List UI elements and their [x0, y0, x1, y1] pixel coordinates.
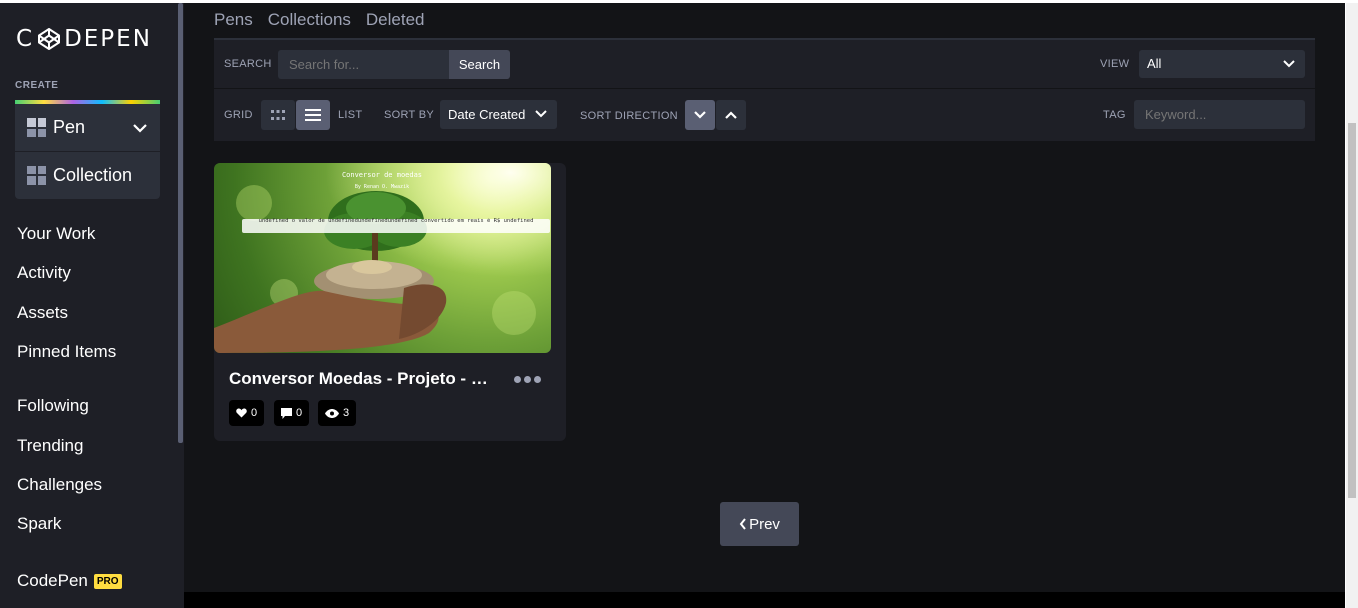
comment-icon	[281, 407, 292, 419]
tab-pens[interactable]: Pens	[214, 10, 253, 30]
views-indicator: 3	[318, 400, 357, 426]
search-label: SEARCH	[224, 58, 272, 70]
sort-by-select[interactable]: Date Created	[440, 100, 557, 129]
search-input[interactable]	[278, 50, 450, 79]
sort-direction-label: SORT DIRECTION	[580, 110, 678, 122]
more-options-icon[interactable]	[514, 376, 541, 383]
views-count: 3	[343, 407, 350, 419]
pen-icon	[27, 118, 46, 137]
tag-label: TAG	[1103, 109, 1126, 121]
sort-ascending-button[interactable]	[716, 100, 746, 130]
chevron-up-icon	[725, 111, 737, 119]
comments-button[interactable]: 0	[274, 400, 310, 426]
likes-button[interactable]: 0	[229, 400, 265, 426]
logo-letters-depen: DEPEN	[64, 26, 152, 52]
list-view-button[interactable]	[296, 100, 330, 130]
sidebar-item-trending[interactable]: Trending	[17, 436, 83, 456]
heart-icon	[236, 408, 247, 418]
sort-descending-button[interactable]	[685, 100, 715, 130]
grid-icon	[271, 110, 285, 120]
sidebar-item-assets[interactable]: Assets	[17, 303, 68, 323]
codepen-logo[interactable]: C DEPEN	[16, 26, 152, 52]
create-pen-button[interactable]: Pen	[15, 104, 160, 151]
eye-icon	[325, 408, 339, 418]
grid-view-button[interactable]	[261, 100, 295, 130]
likes-count: 0	[251, 407, 258, 419]
preview-author-text: By Renan O. Mwazik	[355, 184, 409, 190]
view-select-value: All	[1147, 56, 1162, 71]
sidebar-item-activity[interactable]: Activity	[17, 263, 71, 283]
pro-badge: PRO	[93, 573, 122, 589]
sort-by-label: SORT BY	[384, 109, 434, 121]
codepen-cube-icon	[38, 28, 61, 50]
view-select[interactable]: All	[1139, 50, 1305, 78]
tab-deleted[interactable]: Deleted	[366, 10, 425, 30]
bottom-bar	[184, 592, 1345, 608]
sidebar-item-following[interactable]: Following	[17, 396, 89, 416]
sidebar-item-challenges[interactable]: Challenges	[17, 475, 102, 495]
preview-result-text: undefined o valor de undefinedundefinedu…	[258, 218, 534, 224]
pen-card-title[interactable]: Conversor Moedas - Projeto - 6...	[229, 369, 489, 389]
chevron-down-icon	[1283, 60, 1295, 68]
money-tree-image: Conversor de moedas By Renan O. Mwazik u…	[214, 163, 551, 353]
grid-label: GRID	[224, 109, 253, 121]
view-label: VIEW	[1100, 58, 1130, 70]
pen-preview-thumbnail[interactable]: Conversor de moedas By Renan O. Mwazik u…	[214, 163, 551, 353]
prev-page-button[interactable]: Prev	[720, 502, 799, 546]
work-tabs: Pens Collections Deleted	[214, 10, 425, 30]
search-button[interactable]: Search	[449, 50, 510, 79]
sidebar-item-your-work[interactable]: Your Work	[17, 224, 95, 244]
create-label: CREATE	[15, 80, 59, 91]
page-scrollbar-thumb[interactable]	[1348, 123, 1356, 498]
collection-icon	[27, 165, 46, 185]
chevron-down-icon[interactable]	[132, 120, 148, 136]
create-menu: Pen Collection	[15, 104, 160, 199]
sort-by-value: Date Created	[448, 107, 526, 122]
preview-title-text: Conversor de moedas	[342, 171, 422, 179]
chevron-down-icon	[535, 110, 547, 118]
codepen-pro-link[interactable]: CodePen PRO	[17, 571, 122, 591]
page-scrollbar[interactable]	[1346, 3, 1358, 608]
chevron-left-icon	[739, 518, 746, 530]
comments-count: 0	[296, 407, 303, 419]
list-label: LIST	[338, 109, 363, 121]
codepen-pro-label: CodePen	[17, 571, 88, 590]
sidebar-scrollbar[interactable]	[178, 3, 183, 443]
logo-letter-c: C	[16, 26, 35, 52]
chevron-down-icon	[694, 111, 706, 119]
tag-input[interactable]	[1134, 100, 1305, 129]
tab-collections[interactable]: Collections	[268, 10, 351, 30]
create-collection-label: Collection	[53, 164, 133, 185]
filter-panel: SEARCH Search VIEW All GRID LIST SORT BY…	[214, 38, 1315, 141]
create-pen-label: Pen	[53, 117, 86, 137]
pen-card[interactable]: Conversor de moedas By Renan O. Mwazik u…	[214, 163, 566, 441]
sidebar-item-spark[interactable]: Spark	[17, 514, 61, 534]
sidebar-item-pinned-items[interactable]: Pinned Items	[17, 342, 116, 362]
prev-page-label: Prev	[749, 515, 780, 533]
list-icon	[305, 109, 321, 121]
create-collection-button[interactable]: Collection	[15, 151, 160, 198]
